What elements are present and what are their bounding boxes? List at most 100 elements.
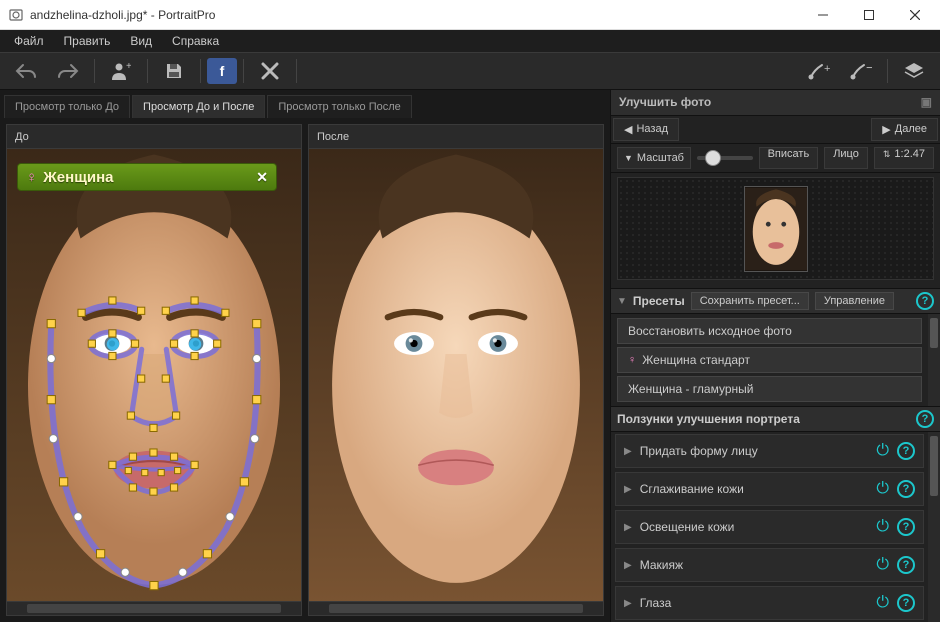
save-button[interactable] xyxy=(154,56,194,86)
right-panel-title-label: Улучшить фото xyxy=(619,95,711,109)
sliders-help-icon[interactable]: ? xyxy=(916,410,934,428)
help-icon[interactable]: ? xyxy=(897,518,915,536)
back-button[interactable]: ◀ Назад xyxy=(613,118,679,141)
female-icon: ♀ xyxy=(26,169,37,186)
presets-title: Пресеты xyxy=(633,294,685,308)
undo-button[interactable] xyxy=(6,56,46,86)
menu-file[interactable]: Файл xyxy=(4,32,54,50)
expand-icon: ▶ xyxy=(624,522,632,533)
facebook-button[interactable]: f xyxy=(207,58,237,84)
cancel-x-button[interactable] xyxy=(250,56,290,86)
power-icon[interactable]: ⏻ xyxy=(876,594,889,612)
menubar: Файл Править Вид Справка xyxy=(0,30,940,52)
sliders-title: Ползунки улучшения портрета xyxy=(617,412,910,426)
before-image xyxy=(7,149,301,601)
redo-button[interactable] xyxy=(48,56,88,86)
add-person-button[interactable]: + xyxy=(101,56,141,86)
slider-skin-smoothing[interactable]: ▶ Сглаживание кожи ⏻ ? xyxy=(615,472,924,506)
save-preset-button[interactable]: Сохранить пресет... xyxy=(691,292,809,310)
preset-item-label: Женщина - гламурный xyxy=(628,382,753,396)
expand-icon: ▶ xyxy=(624,598,632,609)
sliders-list: ▶ Придать форму лицу ⏻ ? ▶ Сглаживание к… xyxy=(611,432,940,622)
help-icon[interactable]: ? xyxy=(897,480,915,498)
manage-presets-button[interactable]: Управление xyxy=(815,292,894,310)
tab-before-only[interactable]: Просмотр только До xyxy=(4,95,130,118)
female-icon: ♀ xyxy=(628,354,636,366)
pane-before-hscroll[interactable] xyxy=(7,601,301,615)
pane-before-header: До xyxy=(7,125,301,149)
zoom-slider-thumb[interactable] xyxy=(705,150,721,166)
help-icon[interactable]: ? xyxy=(897,442,915,460)
tab-before-after[interactable]: Просмотр До и После xyxy=(132,95,265,118)
slider-label: Сглаживание кожи xyxy=(640,482,869,496)
next-button[interactable]: ▶ Далее xyxy=(871,118,938,141)
slider-eyes[interactable]: ▶ Глаза ⏻ ? xyxy=(615,586,924,620)
zoom-face-button[interactable]: Лицо xyxy=(824,147,868,169)
right-panel-title: Улучшить фото ▣ xyxy=(611,90,940,116)
pane-after: После xyxy=(308,124,604,616)
gender-tag-label: Женщина xyxy=(43,169,113,186)
brush-plus-button[interactable]: + xyxy=(799,56,839,86)
pane-before-body[interactable]: ♀ Женщина ✕ xyxy=(7,149,301,601)
slider-skin-lighting[interactable]: ▶ Освещение кожи ⏻ ? xyxy=(615,510,924,544)
zoom-fit-button[interactable]: Вписать xyxy=(759,147,819,169)
preset-list: Восстановить исходное фото ♀ Женщина ста… xyxy=(611,314,940,406)
presets-header: ▼ Пресеты Сохранить пресет... Управление… xyxy=(611,288,940,314)
expand-icon: ▶ xyxy=(624,484,632,495)
preset-item-restore[interactable]: Восстановить исходное фото xyxy=(617,318,922,344)
toolbar: + f + − xyxy=(0,52,940,90)
svg-text:+: + xyxy=(824,63,830,75)
preset-item-woman-standard[interactable]: ♀ Женщина стандарт xyxy=(617,347,922,373)
expand-icon: ▶ xyxy=(624,446,632,457)
face-thumbnail[interactable] xyxy=(744,186,808,272)
maximize-button[interactable] xyxy=(846,0,892,30)
window-title: andzhelina-dzholi.jpg* - PortraitPro xyxy=(30,8,800,22)
help-icon[interactable]: ? xyxy=(897,556,915,574)
updown-icon: ⇅ xyxy=(883,149,891,159)
zoom-dropdown[interactable]: ▼ Масштаб xyxy=(617,147,691,169)
power-icon[interactable]: ⏻ xyxy=(876,518,889,536)
after-image xyxy=(309,149,603,601)
power-icon[interactable]: ⏻ xyxy=(876,556,889,574)
menu-help[interactable]: Справка xyxy=(162,32,229,50)
menu-edit[interactable]: Править xyxy=(54,32,121,50)
right-panel: Улучшить фото ▣ ◀ Назад ▶ Далее ▼ Масшта… xyxy=(610,90,940,622)
layers-button[interactable] xyxy=(894,56,934,86)
tab-after-only[interactable]: Просмотр только После xyxy=(267,95,411,118)
pane-after-header: После xyxy=(309,125,603,149)
chevron-down-icon: ▼ xyxy=(624,153,633,163)
gender-tag-close-icon[interactable]: ✕ xyxy=(256,169,268,186)
slider-face-shape[interactable]: ▶ Придать форму лицу ⏻ ? xyxy=(615,434,924,468)
slider-makeup[interactable]: ▶ Макияж ⏻ ? xyxy=(615,548,924,582)
app-icon xyxy=(8,7,24,23)
menu-view[interactable]: Вид xyxy=(120,32,162,50)
back-label: Назад xyxy=(636,123,668,135)
preset-item-woman-glamour[interactable]: Женщина - гламурный xyxy=(617,376,922,402)
zoom-ratio[interactable]: ⇅1:2.47 xyxy=(874,147,934,169)
slider-label: Освещение кожи xyxy=(640,520,869,534)
gender-tag[interactable]: ♀ Женщина ✕ xyxy=(17,163,277,191)
thumbnail-strip[interactable] xyxy=(617,177,934,280)
pane-before: До xyxy=(6,124,302,616)
power-icon[interactable]: ⏻ xyxy=(876,442,889,460)
zoom-slider[interactable] xyxy=(697,156,753,160)
help-icon[interactable]: ? xyxy=(897,594,915,612)
zoom-row: ▼ Масштаб Вписать Лицо ⇅1:2.47 xyxy=(611,144,940,174)
svg-text:+: + xyxy=(126,61,131,72)
chevron-left-icon: ◀ xyxy=(624,123,632,136)
power-icon[interactable]: ⏻ xyxy=(876,480,889,498)
minimize-button[interactable] xyxy=(800,0,846,30)
zoom-ratio-value: 1:2.47 xyxy=(894,148,925,160)
presets-collapse-icon[interactable]: ▼ xyxy=(617,296,627,307)
zoom-label: Масштаб xyxy=(637,152,684,164)
slider-label: Глаза xyxy=(640,596,869,610)
presets-help-icon[interactable]: ? xyxy=(916,292,934,310)
sliders-header: Ползунки улучшения портрета ? xyxy=(611,406,940,432)
close-button[interactable] xyxy=(892,0,938,30)
svg-text:−: − xyxy=(866,62,872,75)
nav-row: ◀ Назад ▶ Далее xyxy=(611,116,940,144)
brush-minus-button[interactable]: − xyxy=(841,56,881,86)
pane-after-body[interactable] xyxy=(309,149,603,601)
pane-after-hscroll[interactable] xyxy=(309,601,603,615)
pin-icon[interactable]: ▣ xyxy=(921,95,932,109)
